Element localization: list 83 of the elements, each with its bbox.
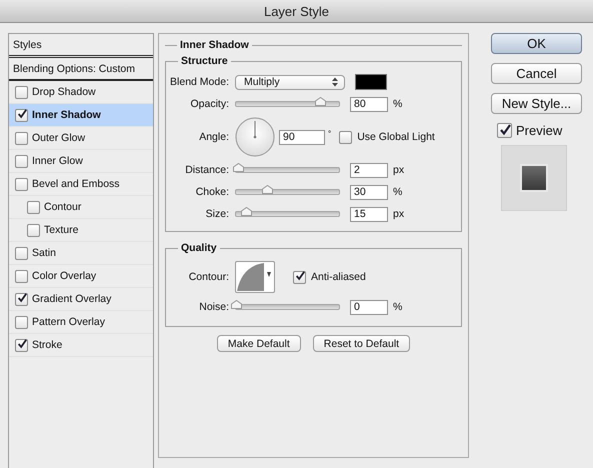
- unit-label: %: [393, 186, 402, 198]
- item-label: Stroke: [32, 339, 62, 351]
- field-label: Choke:: [194, 186, 230, 198]
- updown-arrow-icon: [332, 77, 338, 87]
- list-item[interactable]: Inner Shadow: [9, 104, 153, 127]
- field-label: Opacity:: [189, 98, 230, 110]
- item-label: Color Overlay: [32, 270, 96, 282]
- slider-thumb[interactable]: [262, 185, 273, 194]
- unit-label: %: [393, 98, 402, 110]
- item-label: Bevel and Emboss: [32, 178, 120, 190]
- field-label: Size:: [204, 208, 230, 220]
- item-label: Gradient Overlay: [32, 293, 112, 305]
- option-label: Use Global Light: [357, 131, 435, 143]
- unit-label: px: [393, 208, 404, 220]
- list-header[interactable]: Styles: [9, 34, 153, 58]
- checkbox[interactable]: [15, 132, 28, 144]
- list-header[interactable]: Blending Options: Custom: [9, 58, 153, 81]
- input-field[interactable]: 80: [350, 96, 388, 112]
- checkbox[interactable]: [15, 292, 28, 306]
- input-field[interactable]: 15: [350, 206, 388, 222]
- checkbox[interactable]: [15, 338, 28, 352]
- unit-label: °: [328, 128, 332, 138]
- preview-square: [520, 164, 548, 192]
- unit-label: %: [393, 301, 402, 313]
- unit-label: px: [393, 164, 404, 176]
- item-label: Inner Shadow: [32, 109, 101, 121]
- list-item[interactable]: Satin: [9, 242, 153, 265]
- input-field[interactable]: 90: [279, 130, 325, 144]
- checkbox[interactable]: [293, 270, 306, 284]
- item-label: Texture: [44, 224, 78, 236]
- list-item[interactable]: Outer Glow: [9, 127, 153, 150]
- checkbox[interactable]: [15, 108, 28, 122]
- list-item[interactable]: Stroke: [9, 334, 153, 357]
- list-item[interactable]: Gradient Overlay: [9, 288, 153, 311]
- item-label: Pattern Overlay: [32, 316, 105, 328]
- dialog-button[interactable]: New Style...: [491, 93, 582, 114]
- checkbox[interactable]: [15, 86, 28, 98]
- contour-picker[interactable]: [235, 261, 275, 293]
- dialog-button[interactable]: Cancel: [491, 63, 582, 84]
- list-item[interactable]: Contour: [9, 196, 153, 219]
- blend-mode-dropdown[interactable]: Multiply: [235, 74, 345, 90]
- checkbox[interactable]: [15, 270, 28, 282]
- option-label: Anti-aliased: [311, 271, 366, 283]
- checkbox[interactable]: [15, 154, 28, 168]
- window-title: Layer Style: [264, 4, 330, 18]
- group-title: Structure: [180, 55, 229, 67]
- item-label: Satin: [32, 247, 56, 259]
- slider-thumb[interactable]: [241, 207, 252, 216]
- checkbox[interactable]: [497, 123, 512, 138]
- field-label: Contour:: [188, 271, 230, 283]
- item-label: Drop Shadow: [32, 86, 96, 98]
- field-label: Distance:: [184, 164, 230, 176]
- group-title: Quality: [180, 242, 218, 254]
- default-button[interactable]: OK: [491, 33, 582, 54]
- list-item[interactable]: Bevel and Emboss: [9, 173, 153, 196]
- input-field[interactable]: 0: [350, 300, 388, 314]
- list-item[interactable]: Inner Glow: [9, 150, 153, 173]
- section-title: Inner Shadow: [179, 39, 250, 51]
- slider-thumb[interactable]: [233, 163, 244, 172]
- preview-label: Preview: [516, 123, 562, 138]
- checkbox[interactable]: [15, 316, 28, 328]
- list-item[interactable]: Texture: [9, 219, 153, 242]
- angle-dial[interactable]: [235, 117, 275, 157]
- field-label: Noise:: [198, 301, 230, 313]
- slider-thumb[interactable]: [231, 300, 242, 309]
- slider-thumb[interactable]: [315, 97, 326, 106]
- input-field[interactable]: 30: [350, 184, 388, 200]
- checkbox[interactable]: [15, 246, 28, 260]
- input-field[interactable]: 2: [350, 162, 388, 178]
- field-label: Angle:: [198, 131, 230, 143]
- action-button[interactable]: Reset to Default: [312, 335, 410, 352]
- list-item[interactable]: Color Overlay: [9, 265, 153, 288]
- color-swatch[interactable]: [355, 74, 387, 90]
- list-item[interactable]: Pattern Overlay: [9, 311, 153, 334]
- action-button[interactable]: Make Default: [216, 335, 301, 352]
- checkbox[interactable]: [15, 178, 28, 190]
- checkbox[interactable]: [27, 224, 40, 236]
- field-label: Blend Mode:: [169, 76, 230, 88]
- item-label: Inner Glow: [32, 155, 83, 167]
- checkbox[interactable]: [339, 130, 352, 144]
- checkbox[interactable]: [27, 200, 40, 214]
- item-label: Contour: [44, 201, 82, 213]
- item-label: Outer Glow: [32, 132, 86, 144]
